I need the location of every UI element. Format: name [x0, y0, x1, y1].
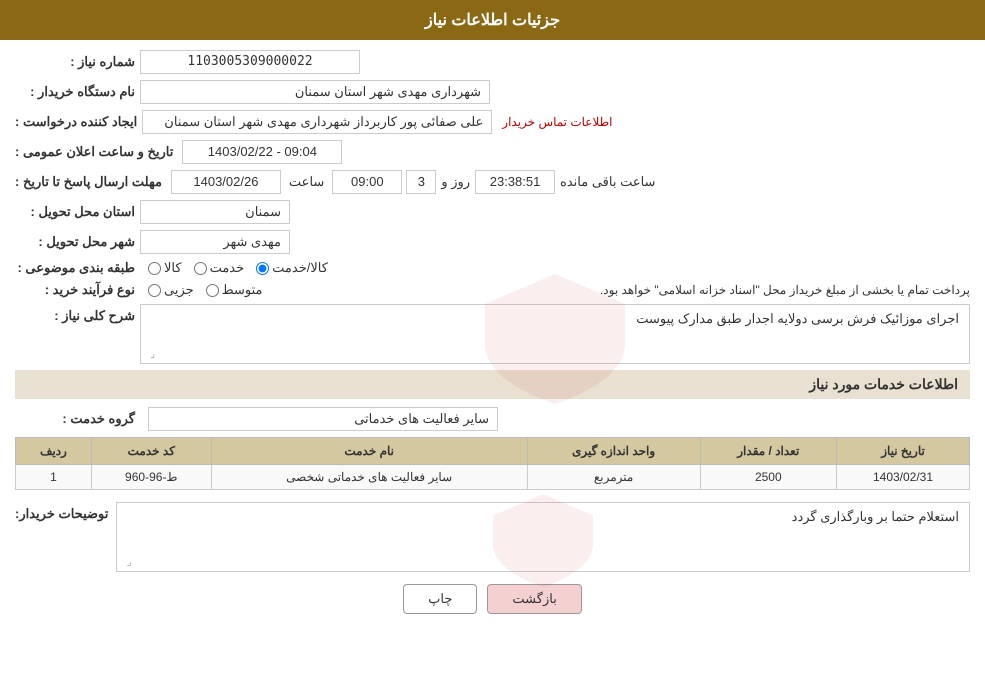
category-radio-khadamat[interactable] [194, 262, 207, 275]
countdown-group: ساعت باقی مانده 23:38:51 روز و 3 [406, 170, 655, 194]
process-note: پرداخت تمام یا بخشی از مبلغ خریداز محل "… [271, 283, 970, 297]
svg-text:A: A [536, 538, 550, 560]
col-service-code: کد خدمت [91, 438, 211, 465]
category-option-kala: کالا [148, 260, 182, 276]
response-date-value: 1403/02/26 [171, 170, 281, 194]
print-button[interactable]: چاپ [403, 584, 477, 614]
cell-row-num: 1 [16, 465, 92, 490]
province-row: سمنان استان محل تحویل : [15, 200, 970, 224]
announce-datetime-value: 1403/02/22 - 09:04 [182, 140, 342, 164]
table-header-row: تاریخ نیاز تعداد / مقدار واحد اندازه گیر… [16, 438, 970, 465]
page-title: جزئیات اطلاعات نیاز [425, 12, 560, 29]
main-content: 1103005309000022 شماره نیاز : شهرداری مه… [0, 40, 985, 636]
category-label: طبقه بندی موضوعی : [15, 260, 135, 276]
response-deadline-label: مهلت ارسال پاسخ تا تاریخ : [15, 174, 162, 190]
countdown-days-label: روز و [441, 174, 470, 190]
need-description-box: A اجرای موزائیک فرش برسی دولایه اجدار طب… [140, 304, 970, 364]
buyer-org-label: نام دستگاه خریدار : [15, 84, 135, 100]
cell-need-date: 1403/02/31 [837, 465, 970, 490]
need-description-value: اجرای موزائیک فرش برسی دولایه اجدار طبق … [636, 311, 959, 326]
page-wrapper: جزئیات اطلاعات نیاز 1103005309000022 شما… [0, 0, 985, 691]
need-number-row: 1103005309000022 شماره نیاز : [15, 50, 970, 74]
category-radio-kala-khadamat[interactable] [256, 262, 269, 275]
category-kala-label: کالا [164, 260, 182, 276]
category-option-khadamat: خدمت [194, 260, 245, 276]
button-row: بازگشت چاپ [15, 584, 970, 614]
process-option-jozii: جزیی [148, 282, 194, 298]
process-row: پرداخت تمام یا بخشی از مبلغ خریداز محل "… [15, 282, 970, 298]
creator-label: ایجاد کننده درخواست : [15, 114, 137, 130]
buyer-desc-label: توضیحات خریدار: [15, 506, 108, 522]
category-kala-khadamat-label: کالا/خدمت [272, 260, 328, 276]
city-label: شهر محل تحویل : [15, 234, 135, 250]
category-option-kala-khadamat: کالا/خدمت [256, 260, 328, 276]
creator-row: اطلاعات تماس خریدار علی صفائی پور کاربرد… [15, 110, 970, 134]
process-radio-mutavasset[interactable] [206, 284, 219, 297]
province-value: سمنان [140, 200, 290, 224]
city-row: مهدی شهر شهر محل تحویل : [15, 230, 970, 254]
need-number-value: 1103005309000022 [140, 50, 360, 74]
cell-quantity: 2500 [700, 465, 836, 490]
resize-handle[interactable]: ⌟ [143, 349, 155, 361]
col-quantity: تعداد / مقدار [700, 438, 836, 465]
process-options: متوسط جزیی [148, 282, 263, 298]
need-description-label: شرح کلی نیاز : [15, 308, 135, 324]
countdown-days-value: 3 [406, 170, 436, 194]
table-row: 1403/02/31 2500 مترمربع سایر فعالیت های … [16, 465, 970, 490]
services-section-header: اطلاعات خدمات مورد نیاز [15, 370, 970, 399]
watermark-shield-2: A [483, 487, 603, 587]
col-row-num: ردیف [16, 438, 92, 465]
need-description-row: A اجرای موزائیک فرش برسی دولایه اجدار طب… [15, 304, 970, 364]
creator-value: علی صفائی پور کاربرداز شهرداری مهدی شهر … [142, 110, 492, 134]
cell-service-name: سایر فعالیت های خدماتی شخصی [211, 465, 527, 490]
col-service-name: نام خدمت [211, 438, 527, 465]
buyer-desc-value: استعلام حتما بر وبارگذاری گردد [792, 509, 959, 524]
resize-handle-2[interactable]: ⌟ [119, 557, 131, 569]
buyer-org-value: شهرداری مهدی شهر استان سمنان [140, 80, 490, 104]
announce-datetime-label: تاریخ و ساعت اعلان عمومی : [15, 144, 173, 160]
process-mutavasset-label: متوسط [222, 282, 263, 298]
city-value: مهدی شهر [140, 230, 290, 254]
announce-datetime-row: 1403/02/22 - 09:04 تاریخ و ساعت اعلان عم… [15, 140, 970, 164]
process-jozii-label: جزیی [164, 282, 194, 298]
countdown-label: ساعت باقی مانده [560, 174, 655, 190]
response-time-value: 09:00 [332, 170, 402, 194]
process-radio-jozii[interactable] [148, 284, 161, 297]
category-row: کالا/خدمت خدمت کالا طبقه بندی موضوعی : [15, 260, 970, 276]
service-group-row: سایر فعالیت های خدماتی گروه خدمت : [15, 407, 970, 431]
services-section-title: اطلاعات خدمات مورد نیاز [809, 376, 958, 392]
province-label: استان محل تحویل : [15, 204, 135, 220]
service-group-value: سایر فعالیت های خدماتی [148, 407, 498, 431]
countdown-time-value: 23:38:51 [475, 170, 555, 194]
service-group-label: گروه خدمت : [15, 411, 135, 427]
response-time-label: ساعت [289, 174, 324, 190]
back-button[interactable]: بازگشت [487, 584, 581, 614]
services-table: تاریخ نیاز تعداد / مقدار واحد اندازه گیر… [15, 437, 970, 490]
category-radio-kala[interactable] [148, 262, 161, 275]
cell-unit: مترمربع [527, 465, 700, 490]
svg-text:A: A [545, 334, 565, 365]
category-khadamat-label: خدمت [210, 260, 245, 276]
process-option-mutavasset: متوسط [206, 282, 263, 298]
cell-service-code: ط-96-960 [91, 465, 211, 490]
page-header: جزئیات اطلاعات نیاز [0, 0, 985, 40]
col-need-date: تاریخ نیاز [837, 438, 970, 465]
buyer-desc-box: A استعلام حتما بر وبارگذاری گردد ⌟ [116, 502, 970, 572]
need-number-label: شماره نیاز : [15, 54, 135, 70]
creator-link[interactable]: اطلاعات تماس خریدار [502, 115, 612, 129]
response-deadline-row: ساعت باقی مانده 23:38:51 روز و 3 09:00 س… [15, 170, 970, 194]
col-unit: واحد اندازه گیری [527, 438, 700, 465]
category-options: کالا/خدمت خدمت کالا [148, 260, 328, 276]
buyer-org-row: شهرداری مهدی شهر استان سمنان نام دستگاه … [15, 80, 970, 104]
process-label: نوع فرآیند خرید : [15, 282, 135, 298]
buyer-desc-row: A استعلام حتما بر وبارگذاری گردد ⌟ توضیح… [15, 502, 970, 572]
